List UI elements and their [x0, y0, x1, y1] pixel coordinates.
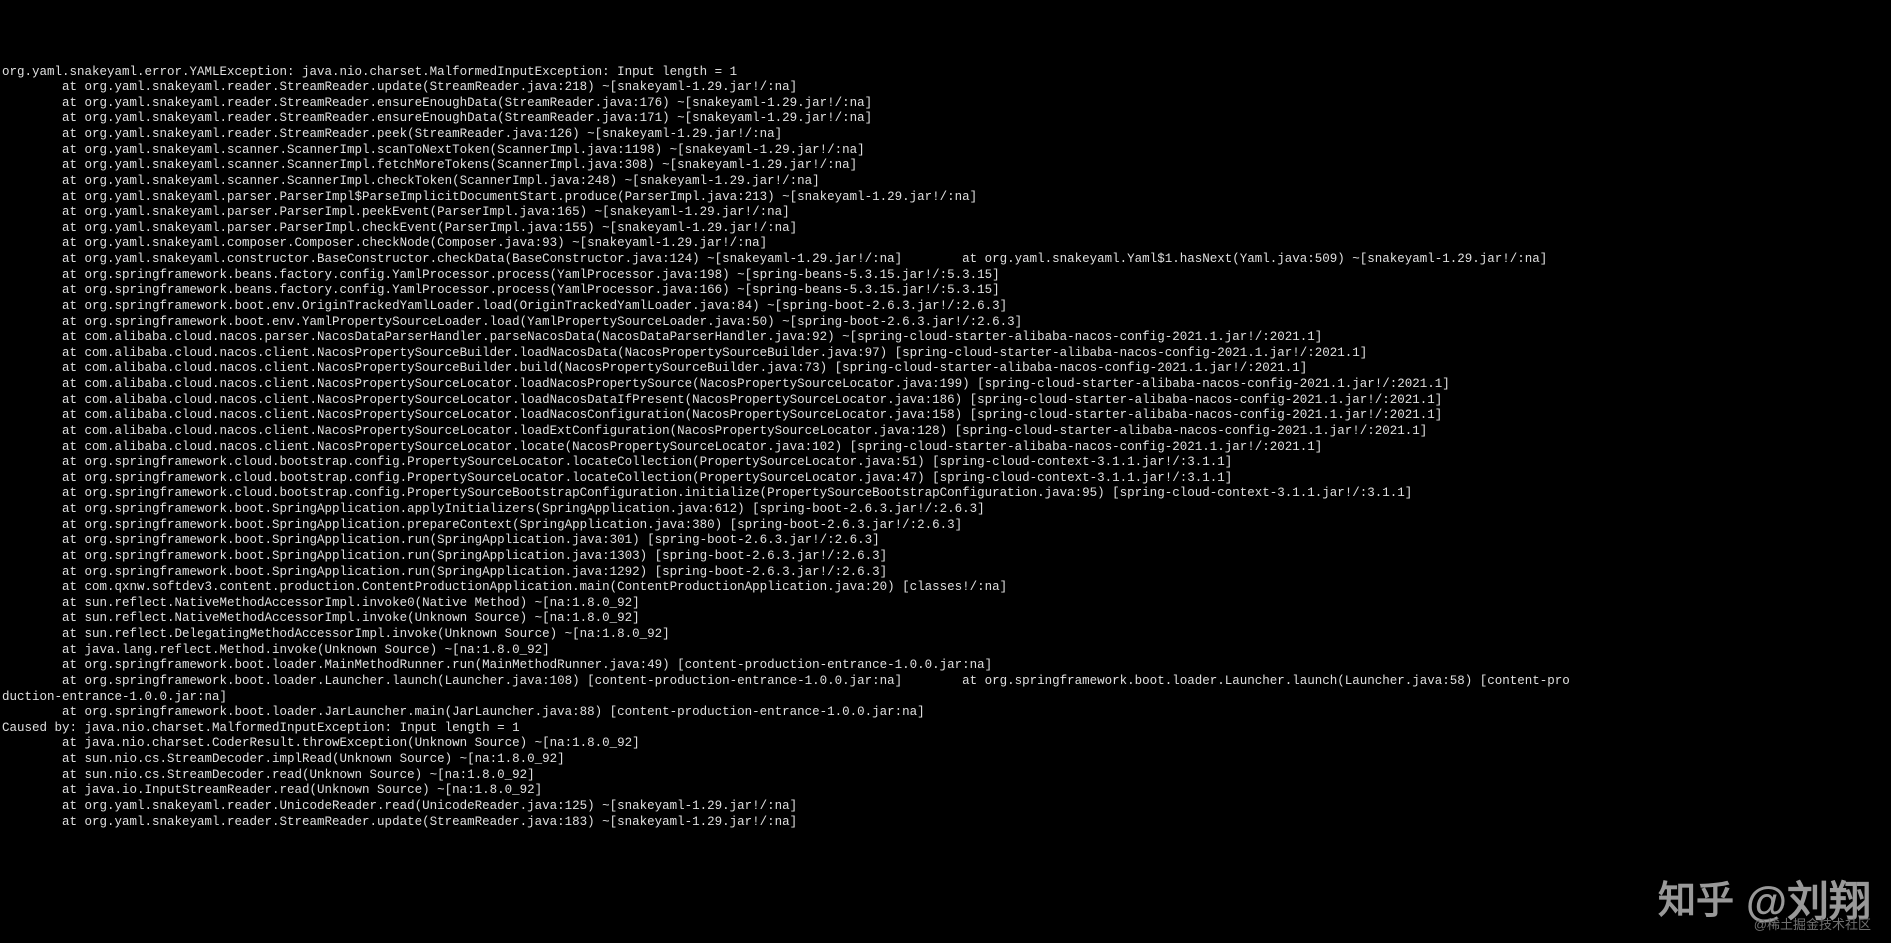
stacktrace-line: at org.springframework.boot.env.OriginTr… — [2, 299, 1889, 315]
stacktrace-line: at org.springframework.boot.SpringApplic… — [2, 502, 1889, 518]
stacktrace-line: duction-entrance-1.0.0.jar:na] — [2, 690, 1889, 706]
stacktrace-line: at org.springframework.boot.SpringApplic… — [2, 533, 1889, 549]
stacktrace-line: at sun.reflect.DelegatingMethodAccessorI… — [2, 627, 1889, 643]
stacktrace-line: at com.qxnw.softdev3.content.production.… — [2, 580, 1889, 596]
stacktrace-line: at org.springframework.boot.SpringApplic… — [2, 518, 1889, 534]
stacktrace-line: at org.yaml.snakeyaml.reader.StreamReade… — [2, 80, 1889, 96]
stacktrace-line: at com.alibaba.cloud.nacos.client.NacosP… — [2, 377, 1889, 393]
stacktrace-line: at org.yaml.snakeyaml.parser.ParserImpl.… — [2, 205, 1889, 221]
stacktrace-line: at sun.reflect.NativeMethodAccessorImpl.… — [2, 611, 1889, 627]
stacktrace-line: at org.springframework.boot.loader.Launc… — [2, 674, 1889, 690]
stacktrace-line: at java.nio.charset.CoderResult.throwExc… — [2, 736, 1889, 752]
stacktrace-line: at org.springframework.boot.loader.JarLa… — [2, 705, 1889, 721]
stacktrace-line: at org.yaml.snakeyaml.scanner.ScannerImp… — [2, 143, 1889, 159]
stacktrace-line: at org.yaml.snakeyaml.composer.Composer.… — [2, 236, 1889, 252]
stacktrace-line: at org.springframework.boot.loader.MainM… — [2, 658, 1889, 674]
stacktrace-line: at java.io.InputStreamReader.read(Unknow… — [2, 783, 1889, 799]
stacktrace-line: at org.yaml.snakeyaml.reader.UnicodeRead… — [2, 799, 1889, 815]
stacktrace-line: at org.springframework.boot.SpringApplic… — [2, 549, 1889, 565]
stacktrace-line: at org.springframework.beans.factory.con… — [2, 283, 1889, 299]
watermark-sub: @稀土掘金技术社区 — [1754, 917, 1871, 933]
stacktrace-line: at sun.nio.cs.StreamDecoder.read(Unknown… — [2, 768, 1889, 784]
watermark-author: @刘翔 — [1746, 876, 1871, 929]
stacktrace-line: at sun.nio.cs.StreamDecoder.implRead(Unk… — [2, 752, 1889, 768]
stacktrace-line: Caused by: java.nio.charset.MalformedInp… — [2, 721, 1889, 737]
stacktrace-line: at org.springframework.cloud.bootstrap.c… — [2, 471, 1889, 487]
watermark: 知乎 @刘翔 @稀土掘金技术社区 — [1658, 876, 1871, 929]
stacktrace-line: at org.springframework.cloud.bootstrap.c… — [2, 455, 1889, 471]
stacktrace-line: at org.springframework.boot.env.YamlProp… — [2, 315, 1889, 331]
stacktrace-line: at org.yaml.snakeyaml.parser.ParserImpl.… — [2, 221, 1889, 237]
stacktrace-line: at org.yaml.snakeyaml.reader.StreamReade… — [2, 111, 1889, 127]
stacktrace-line: at org.springframework.cloud.bootstrap.c… — [2, 486, 1889, 502]
stacktrace-line: at org.yaml.snakeyaml.scanner.ScannerImp… — [2, 158, 1889, 174]
terminal-output: org.yaml.snakeyaml.error.YAMLException: … — [2, 65, 1889, 831]
zhihu-logo: 知乎 — [1658, 878, 1734, 926]
stacktrace-line: at com.alibaba.cloud.nacos.client.NacosP… — [2, 346, 1889, 362]
stacktrace-line: at org.yaml.snakeyaml.reader.StreamReade… — [2, 815, 1889, 831]
stacktrace-line: at org.springframework.beans.factory.con… — [2, 268, 1889, 284]
stacktrace-line: at org.yaml.snakeyaml.scanner.ScannerImp… — [2, 174, 1889, 190]
stacktrace-line: at com.alibaba.cloud.nacos.client.NacosP… — [2, 361, 1889, 377]
stacktrace-line: at com.alibaba.cloud.nacos.client.NacosP… — [2, 393, 1889, 409]
stacktrace-line: at org.yaml.snakeyaml.parser.ParserImpl$… — [2, 190, 1889, 206]
stacktrace-line: org.yaml.snakeyaml.error.YAMLException: … — [2, 65, 1889, 81]
stacktrace-line: at org.yaml.snakeyaml.reader.StreamReade… — [2, 127, 1889, 143]
stacktrace-line: at com.alibaba.cloud.nacos.parser.NacosD… — [2, 330, 1889, 346]
stacktrace-line: at com.alibaba.cloud.nacos.client.NacosP… — [2, 440, 1889, 456]
stacktrace-line: at org.springframework.boot.SpringApplic… — [2, 565, 1889, 581]
stacktrace-line: at java.lang.reflect.Method.invoke(Unkno… — [2, 643, 1889, 659]
stacktrace-line: at com.alibaba.cloud.nacos.client.NacosP… — [2, 408, 1889, 424]
stacktrace-line: at org.yaml.snakeyaml.reader.StreamReade… — [2, 96, 1889, 112]
stacktrace-line: at org.yaml.snakeyaml.constructor.BaseCo… — [2, 252, 1889, 268]
stacktrace-line: at sun.reflect.NativeMethodAccessorImpl.… — [2, 596, 1889, 612]
stacktrace-line: at com.alibaba.cloud.nacos.client.NacosP… — [2, 424, 1889, 440]
